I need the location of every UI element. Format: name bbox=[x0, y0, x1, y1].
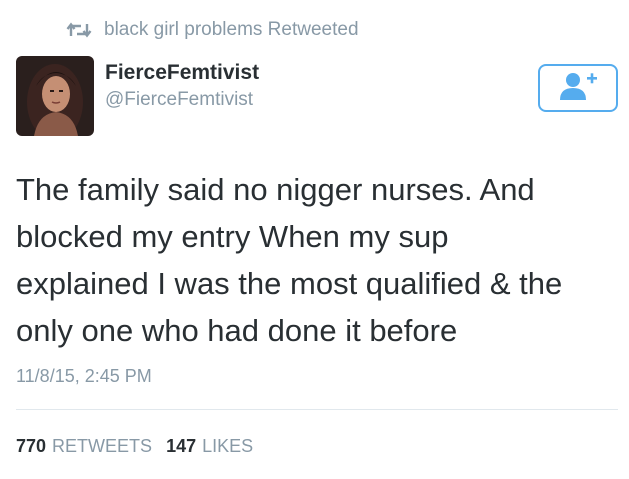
divider bbox=[16, 409, 618, 410]
tweet-line: only one who had done it before bbox=[16, 313, 458, 348]
tweet-stats: 770 RETWEETS 147 LIKES bbox=[16, 436, 267, 457]
likes-label[interactable]: LIKES bbox=[202, 436, 253, 457]
retweet-context: black girl problems Retweeted bbox=[66, 18, 359, 42]
tweet-timestamp[interactable]: 11/8/15, 2:45 PM bbox=[16, 366, 152, 387]
likes-count[interactable]: 147 bbox=[166, 436, 196, 457]
user-handle[interactable]: @FierceFemtivist bbox=[105, 89, 253, 111]
avatar[interactable] bbox=[16, 56, 94, 136]
retweets-count[interactable]: 770 bbox=[16, 436, 46, 457]
tweet-line: blocked my entry When my sup bbox=[16, 219, 449, 254]
retweets-label[interactable]: RETWEETS bbox=[52, 436, 152, 457]
tweet-text: The family said no nigger nurses. And bl… bbox=[16, 166, 620, 354]
retweet-icon bbox=[66, 21, 92, 39]
follow-person-plus-icon bbox=[558, 71, 598, 106]
display-name[interactable]: FierceFemtivist bbox=[105, 61, 259, 85]
retweeted-by-text[interactable]: black girl problems Retweeted bbox=[104, 19, 359, 41]
tweet-line: The family said no nigger nurses. And bbox=[16, 172, 535, 207]
tweet-line: explained I was the most qualified & the bbox=[16, 266, 563, 301]
follow-button[interactable] bbox=[538, 64, 618, 112]
